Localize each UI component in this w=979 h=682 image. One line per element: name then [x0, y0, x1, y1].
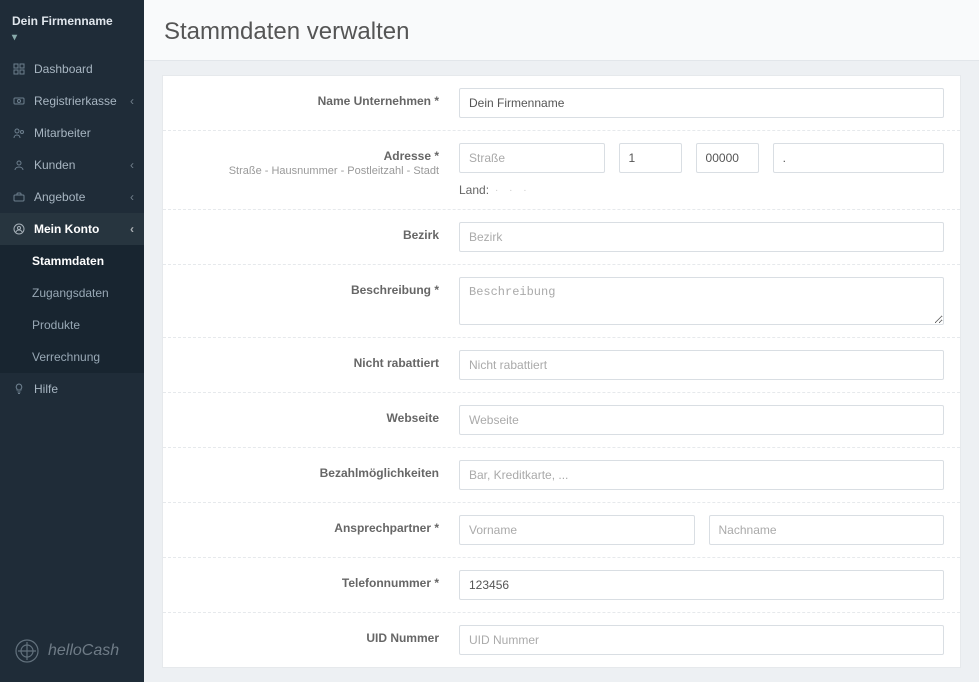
label-website: Webseite: [163, 405, 443, 435]
label-rabatt: Nicht rabattiert: [163, 350, 443, 380]
label-address: Adresse * Straße - Hausnummer - Postleit…: [163, 143, 443, 197]
phone-input[interactable]: [459, 570, 944, 600]
rabatt-input[interactable]: [459, 350, 944, 380]
label-description: Beschreibung *: [163, 277, 443, 325]
sidebar-item-register[interactable]: Registrierkasse ‹: [0, 85, 144, 117]
sidebar-item-employees[interactable]: Mitarbeiter: [0, 117, 144, 149]
bezirk-input[interactable]: [459, 222, 944, 252]
lastname-input[interactable]: [709, 515, 945, 545]
grid-icon: [12, 62, 26, 76]
label-payment: Bezahlmöglichkeiten: [163, 460, 443, 490]
sidebar-item-dashboard[interactable]: Dashboard: [0, 53, 144, 85]
logo-icon: [14, 638, 40, 664]
website-input[interactable]: [459, 405, 944, 435]
housenumber-input[interactable]: [619, 143, 682, 173]
sidebar-item-account[interactable]: Mein Konto ‹: [0, 213, 144, 245]
account-icon: [12, 222, 26, 236]
sidebar-item-help[interactable]: Hilfe: [0, 373, 144, 405]
sidebar-item-customers[interactable]: Kunden ‹: [0, 149, 144, 181]
label-phone: Telefonnummer *: [163, 570, 443, 600]
sidebar: Dein Firmenname ▾ Dashboard Registrierka…: [0, 0, 144, 682]
chevron-left-icon: ‹: [130, 190, 134, 204]
main-content: Stammdaten verwalten Name Unternehmen * …: [144, 0, 979, 682]
label-bezirk: Bezirk: [163, 222, 443, 252]
sidebar-item-offers[interactable]: Angebote ‹: [0, 181, 144, 213]
label-contact: Ansprechpartner *: [163, 515, 443, 545]
chevron-left-icon: ‹: [130, 94, 134, 108]
company-header[interactable]: Dein Firmenname ▾: [0, 0, 144, 53]
sidebar-sub-stammdaten[interactable]: Stammdaten: [0, 245, 144, 277]
page-title: Stammdaten verwalten: [144, 0, 979, 61]
zip-input[interactable]: [696, 143, 759, 173]
uid-input[interactable]: [459, 625, 944, 655]
sidebar-sub-produkte[interactable]: Produkte: [0, 309, 144, 341]
sidebar-sub-verrechnung[interactable]: Verrechnung: [0, 341, 144, 373]
street-input[interactable]: [459, 143, 605, 173]
chevron-down-icon: ‹: [130, 222, 134, 236]
company-name-input[interactable]: [459, 88, 944, 118]
form-panel: Name Unternehmen * Adresse * Straße - Ha…: [162, 75, 961, 668]
cash-icon: [12, 94, 26, 108]
user-icon: [12, 158, 26, 172]
land-row: Land: · · ·: [459, 183, 531, 197]
briefcase-icon: [12, 190, 26, 204]
sidebar-sub-zugang[interactable]: Zugangsdaten: [0, 277, 144, 309]
lightbulb-icon: [12, 382, 26, 396]
city-input[interactable]: [773, 143, 944, 173]
dots-icon: · · ·: [495, 185, 531, 196]
people-icon: [12, 126, 26, 140]
company-name: Dein Firmenname: [12, 14, 132, 28]
company-caret: ▾: [12, 32, 132, 43]
payment-input[interactable]: [459, 460, 944, 490]
description-input[interactable]: [459, 277, 944, 325]
label-companyname: Name Unternehmen *: [163, 88, 443, 118]
label-uid: UID Nummer: [163, 625, 443, 655]
brand-logo: helloCash: [0, 620, 144, 682]
firstname-input[interactable]: [459, 515, 695, 545]
chevron-left-icon: ‹: [130, 158, 134, 172]
